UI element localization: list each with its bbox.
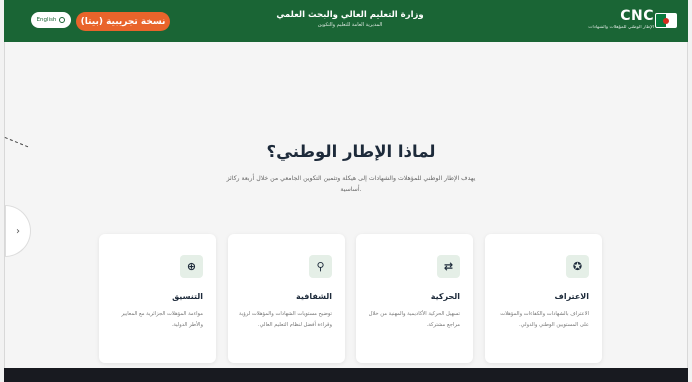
globe-icon	[59, 17, 66, 23]
arrows-icon: ⇄	[437, 255, 460, 278]
ministry-title: وزارة التعليم العالي والبحث العلمي	[276, 10, 424, 20]
card-title: الاعتراف	[554, 292, 589, 301]
footer-bar	[4, 368, 688, 382]
card-description: مواءمة المؤهلات الجزائرية مع المعايير وا…	[121, 311, 203, 328]
language-switch-button[interactable]: English	[31, 12, 71, 28]
card-transparency[interactable]: ⚲ الشفافية توضيح مستويات الشهادات والمؤه…	[228, 234, 345, 363]
card-coordination[interactable]: ⊕ التنسيق مواءمة المؤهلات الجزائرية مع ا…	[99, 234, 216, 363]
globe-icon: ⊕	[180, 255, 203, 278]
card-recognition[interactable]: ✪ الاعتراف الاعتراف بالشهادات والكفاءات …	[485, 234, 602, 363]
brand-subtitle: الإطار الوطني للمؤهلات والشهادات	[588, 25, 654, 30]
language-label: English	[36, 17, 57, 23]
card-description: تسهيل الحركية الأكاديمية والمهنية من خلا…	[368, 311, 460, 328]
beta-badge[interactable]: نسخة تجريبية (بيتا)	[76, 12, 170, 31]
award-icon: ✪	[566, 255, 589, 278]
card-title: الشفافية	[295, 292, 332, 301]
main-content: › لماذا الإطار الوطني؟ يهدف الإطار الوطن…	[0, 42, 688, 368]
dashed-connector	[0, 137, 29, 160]
card-description: الاعتراف بالشهادات والكفاءات والمؤهلات ع…	[500, 311, 589, 328]
brand-block[interactable]: CNC الإطار الوطني للمؤهلات والشهادات	[570, 8, 654, 32]
section-description: يهدف الإطار الوطني للمؤهلات والشهادات إل…	[226, 175, 476, 193]
card-mobility[interactable]: ⇄ الحركية تسهيل الحركية الأكاديمية والمه…	[356, 234, 473, 363]
card-title: التنسيق	[172, 292, 203, 301]
search-icon: ⚲	[309, 255, 332, 278]
ministry-block: وزارة التعليم العالي والبحث العلمي المدي…	[250, 9, 450, 29]
top-header: English نسخة تجريبية (بيتا) وزارة التعلي…	[4, 0, 688, 42]
carousel-next-button[interactable]: ›	[5, 205, 31, 257]
card-description: توضيح مستويات الشهادات والمؤهلات لرؤية و…	[239, 311, 332, 328]
section-title: لماذا الإطار الوطني؟	[266, 142, 436, 161]
card-title: الحركية	[430, 292, 460, 301]
algeria-flag-icon	[655, 13, 677, 28]
chevron-right-icon: ›	[16, 225, 20, 237]
brand-name: CNC	[620, 8, 654, 24]
ministry-subtitle: المديرية العامة للتعليم والتكوين	[317, 22, 383, 28]
